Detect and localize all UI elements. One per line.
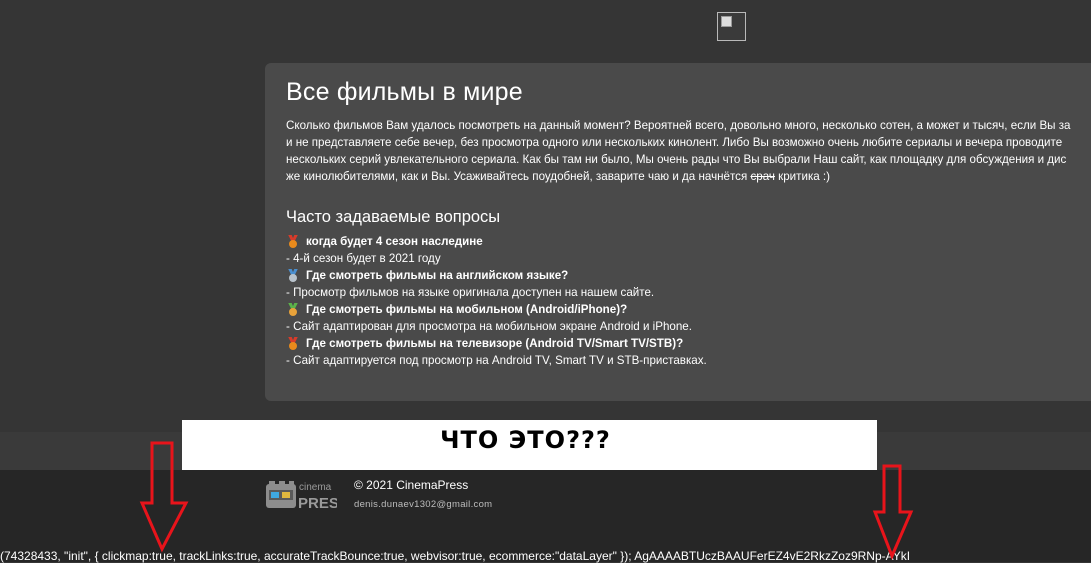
medal-disc bbox=[289, 307, 297, 316]
faq-question: Где смотреть фильмы на телевизоре (Andro… bbox=[286, 335, 1091, 352]
intro-line-text: же кинолюбителями, как и Вы. Усаживайтес… bbox=[286, 170, 751, 183]
faq-question: Где смотреть фильмы на английском языке? bbox=[286, 267, 1091, 284]
faq-question-text: когда будет 4 сезон наследине bbox=[306, 235, 483, 248]
medal-icon bbox=[286, 234, 300, 249]
faq-answer: - Сайт адаптируется под просмотр на Andr… bbox=[286, 354, 707, 367]
faq-question: Где смотреть фильмы на мобильном (Androi… bbox=[286, 301, 1091, 318]
faq-question-text: Где смотреть фильмы на мобильном (Androi… bbox=[306, 303, 628, 316]
medal-icon bbox=[286, 268, 300, 283]
cinemapress-logo[interactable]: cinema PRESS bbox=[265, 478, 337, 512]
faq-question-text: Где смотреть фильмы на телевизоре (Andro… bbox=[306, 337, 684, 350]
intro-line: Сколько фильмов Вам удалось посмотреть н… bbox=[286, 119, 1071, 132]
intro-line: и не представляете себе вечер, без просм… bbox=[286, 136, 1063, 149]
intro-text: Сколько фильмов Вам удалось посмотреть н… bbox=[286, 117, 1091, 185]
faq-answer: - Сайт адаптирован для просмотра на моби… bbox=[286, 320, 692, 333]
page-title: Все фильмы в мире bbox=[286, 78, 523, 106]
faq-title: Часто задаваемые вопросы bbox=[286, 208, 501, 226]
faq-list: когда будет 4 сезон наследине - 4-й сезо… bbox=[286, 233, 1091, 369]
strikethrough-word: срач bbox=[750, 170, 775, 183]
film-reel-icon bbox=[266, 481, 296, 508]
intro-line-text: критика :) bbox=[774, 170, 831, 183]
red-arrow-icon bbox=[139, 441, 189, 553]
copyright: © 2021 CinemaPress bbox=[354, 478, 469, 492]
annotation-text: ЧТО ЭТО??? bbox=[440, 426, 611, 454]
logo-word-cinema: cinema bbox=[299, 482, 332, 493]
intro-line: нескольких серий увлекательного сериала.… bbox=[286, 153, 1067, 166]
broken-image-icon bbox=[717, 12, 746, 41]
content-card: Все фильмы в мире Сколько фильмов Вам уд… bbox=[265, 63, 1091, 401]
red-arrow-icon bbox=[872, 464, 914, 560]
faq-answer: - 4-й сезон будет в 2021 году bbox=[286, 252, 441, 265]
annotation-banner: ЧТО ЭТО??? bbox=[182, 420, 877, 470]
medal-disc bbox=[289, 341, 297, 350]
medal-disc bbox=[289, 273, 297, 282]
faq-question: когда будет 4 сезон наследине bbox=[286, 233, 1091, 250]
faq-answer: - Просмотр фильмов на языке оригинала до… bbox=[286, 286, 655, 299]
medal-icon bbox=[286, 302, 300, 317]
medal-icon bbox=[286, 336, 300, 351]
contact-email[interactable]: denis.dunaev1302@gmail.com bbox=[354, 499, 492, 511]
medal-disc bbox=[289, 239, 297, 248]
logo-word-press: PRESS bbox=[298, 495, 337, 512]
intro-line: же кинолюбителями, как и Вы. Усаживайтес… bbox=[286, 168, 1091, 185]
faq-question-text: Где смотреть фильмы на английском языке? bbox=[306, 269, 569, 282]
